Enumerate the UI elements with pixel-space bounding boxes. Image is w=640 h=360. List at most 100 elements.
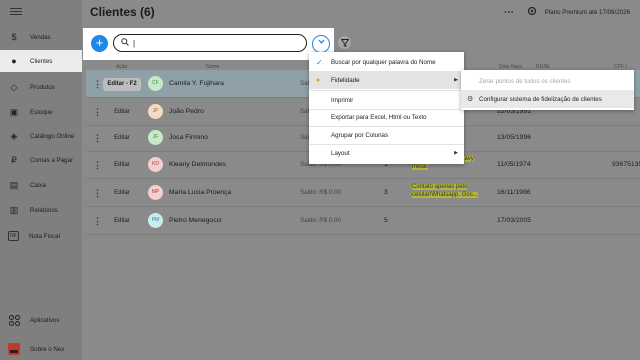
client-name: Pietro Menegocci [169, 217, 222, 224]
header-actions: ⋯ Plano Premium até 17/06/2026 [504, 6, 630, 18]
submenu-item-configurar-fidelizacao[interactable]: ⚙ Configurar sistema de fidelização de c… [461, 90, 634, 108]
submenu-arrow-icon: ▶ [454, 150, 458, 156]
sidebar-item-produtos[interactable]: ◇ Produtos [0, 76, 82, 98]
search-options-menu: ✓ Buscar por qualquer palavra do Nome ● … [309, 52, 464, 164]
avatar: CF [148, 76, 163, 91]
apps-grid-icon [8, 314, 20, 326]
menu-item-label: Agrupar por Colunas [331, 131, 389, 139]
avatar: JP [148, 104, 163, 119]
sidebar-item-label: Sobre o Nex [30, 345, 65, 353]
client-birthdate: 17/03/2005 [497, 217, 532, 224]
search-input[interactable]: | [113, 34, 307, 52]
sidebar-item-label: Produtos [30, 83, 55, 91]
edit-button[interactable]: Editar - F2 [103, 78, 141, 91]
search-icon [121, 38, 129, 48]
sidebar-item-sobre-o-nex[interactable]: Sobre o Nex [0, 338, 82, 360]
submenu-item-zerar-pontos[interactable]: Zerar pontos de todos os clientes [461, 72, 634, 90]
sidebar-item-contas-a-pagar[interactable]: ₽ Contas a Pagar [0, 149, 82, 171]
dollar-icon: $ [11, 32, 17, 42]
client-birthdate: 13/05/1996 [497, 134, 532, 141]
drag-handle-icon[interactable]: ⋮ [93, 188, 102, 199]
client-name: Kleany Delmondes [169, 161, 227, 168]
sidebar-item-label: Nota Fiscal [29, 232, 60, 240]
sidebar-item-clientes[interactable]: ● Clientes [0, 50, 82, 72]
gear-icon: ⚙ [467, 96, 474, 103]
more-options-icon[interactable]: ⋯ [504, 7, 515, 18]
edit-button[interactable]: Editar [103, 159, 141, 172]
sidebar-item-label: Clientes [30, 57, 53, 65]
avatar: MP [148, 185, 163, 200]
cash-register-icon: ▤ [9, 179, 19, 190]
sidebar-item-label: Estoque [30, 108, 53, 116]
menu-item-label: Exportar para Excel, Html ou Texto [331, 113, 427, 121]
drag-handle-icon[interactable]: ⋮ [93, 133, 102, 144]
sidebar-item-nota-fiscal[interactable]: NF Nota Fiscal [0, 225, 82, 247]
menu-item-label: Fidelidade [331, 76, 360, 84]
drag-handle-icon[interactable]: ⋮ [93, 107, 102, 118]
menu-item-label: Buscar por qualquer palavra do Nome [331, 58, 436, 66]
menu-item-agrupar-colunas[interactable]: Agrupar por Colunas [309, 126, 464, 144]
avatar: JF [148, 130, 163, 145]
sidebar-item-relatorios[interactable]: ▥ Relatórios [0, 199, 82, 221]
avatar: PM [148, 213, 163, 228]
client-count: 5 [384, 217, 388, 224]
sidebar-item-vendas[interactable]: $ Vendas [0, 26, 82, 48]
bill-icon: ₽ [11, 154, 17, 165]
add-client-button[interactable]: + [91, 35, 108, 52]
edit-button[interactable]: Editar [103, 187, 141, 200]
sidebar-item-label: Relatórios [30, 206, 58, 214]
sidebar-item-aplicativos[interactable]: Aplicativos [0, 309, 82, 331]
search-options-chevron-down-icon[interactable] [312, 35, 330, 53]
client-name: Joca Firmino [169, 134, 208, 141]
menu-item-buscar-palavra[interactable]: ✓ Buscar por qualquer palavra do Nome [309, 53, 464, 71]
client-birthdate: 11/05/1974 [497, 161, 531, 168]
box-icon: ▣ [9, 106, 19, 117]
page-title: Clientes (6) [90, 5, 155, 19]
edit-button[interactable]: Editar [103, 215, 141, 228]
menu-item-exportar[interactable]: Exportar para Excel, Html ou Texto [309, 108, 464, 126]
sidebar-item-caixa[interactable]: ▤ Caixa [0, 174, 82, 196]
drag-handle-icon[interactable]: ⋮ [93, 160, 102, 171]
menu-item-fidelidade[interactable]: ● Fidelidade ▶ [309, 71, 464, 89]
avatar: KD [148, 157, 163, 172]
edit-button[interactable]: Editar [103, 132, 141, 145]
user-icon: ● [11, 56, 17, 66]
hamburger-menu-icon[interactable] [10, 8, 22, 16]
client-name: Maria Lucia Proença [169, 189, 232, 196]
client-count: 3 [384, 189, 388, 196]
search-toolbar: + | [83, 28, 309, 60]
tag-icon: ◇ [10, 81, 18, 92]
sidebar-item-estoque[interactable]: ▣ Estoque [0, 101, 82, 123]
client-birthdate: 16/11/1986 [497, 189, 531, 196]
plan-status[interactable]: Plano Premium até 17/06/2026 [545, 9, 630, 16]
menu-item-label: Layout [331, 149, 350, 157]
client-notes: Contato apenas pelo celular/Whatsapp. Go… [412, 183, 488, 199]
table-row[interactable]: ⋮ Editar MP Maria Lucia Proença Saldo: R$ 0,… [86, 179, 640, 207]
filter-funnel-icon[interactable] [338, 36, 351, 49]
menu-item-layout[interactable]: Layout ▶ [309, 144, 464, 162]
sidebar-item-label: Aplicativos [30, 316, 60, 324]
sidebar-item-label: Catálogo Online [30, 132, 75, 140]
menu-item-label: Configurar sistema de fidelização de cli… [479, 95, 602, 103]
edit-button[interactable]: Editar [103, 106, 141, 119]
menu-item-label: Zerar pontos de todos os clientes [479, 77, 571, 85]
drag-handle-icon[interactable]: ⋮ [93, 79, 102, 90]
invoice-icon: NF [8, 231, 19, 241]
sidebar-item-catalogo-online[interactable]: ◈ Catálogo Online [0, 125, 82, 147]
fidelidade-submenu: Zerar pontos de todos os clientes ⚙ Conf… [461, 70, 634, 110]
drag-handle-icon[interactable]: ⋮ [93, 216, 102, 227]
client-notes-text: Contato apenas pelo celular/Whatsapp. Go… [412, 184, 478, 198]
search-input-value: | [133, 38, 136, 48]
app-window: $ Vendas ● Clientes ◇ Produtos ▣ Estoque… [0, 0, 640, 360]
sidebar-item-label: Vendas [30, 33, 51, 41]
client-cpf: 93675135 [612, 161, 640, 168]
sidebar: $ Vendas ● Clientes ◇ Produtos ▣ Estoque… [0, 0, 82, 360]
settings-gear-icon[interactable] [527, 6, 537, 18]
catalog-icon: ◈ [10, 130, 18, 141]
menu-item-imprimir[interactable]: Imprimir [309, 91, 464, 109]
nex-logo-icon [8, 343, 20, 355]
client-balance: Saldo: R$ 0,00 [300, 189, 341, 196]
client-balance: Saldo: R$ 0,00 [300, 217, 341, 224]
table-row[interactable]: ⋮ Editar PM Pietro Menegocci Saldo: R$ 0,00 5… [86, 207, 640, 235]
sidebar-item-label: Caixa [30, 181, 46, 189]
